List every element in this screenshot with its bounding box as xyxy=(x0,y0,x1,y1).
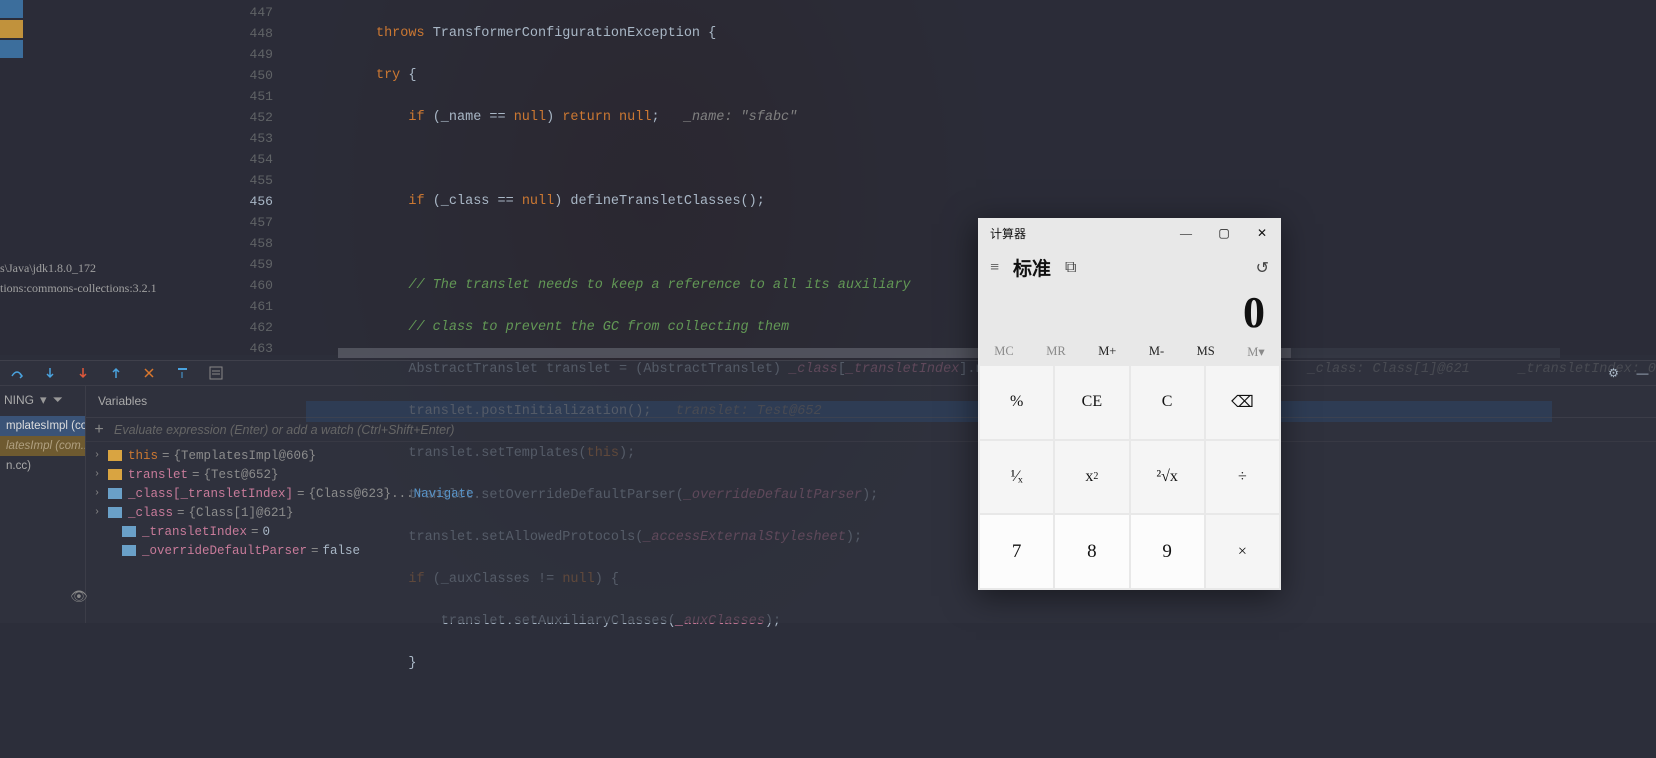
digit-9-button[interactable]: 9 xyxy=(1131,515,1204,588)
divide-button[interactable]: ÷ xyxy=(1206,441,1279,514)
hamburger-icon[interactable]: ≡ xyxy=(990,259,999,277)
percent-button[interactable]: % xyxy=(980,366,1053,439)
multiply-button[interactable]: × xyxy=(1206,515,1279,588)
calc-title: 计算器 xyxy=(978,225,1167,242)
run-to-cursor-icon[interactable] xyxy=(175,366,190,381)
mview-button[interactable]: M▾ xyxy=(1247,344,1264,360)
stack-frame[interactable]: n.cc) xyxy=(0,456,85,476)
step-into-icon[interactable] xyxy=(43,366,58,381)
editor-left-margin: s\Java\jdk1.8.0_172 tions:commons-collec… xyxy=(0,0,238,355)
object-icon xyxy=(108,469,122,480)
code-editor[interactable]: s\Java\jdk1.8.0_172 tions:commons-collec… xyxy=(0,0,1656,355)
keep-on-top-icon[interactable]: ⧉ xyxy=(1065,259,1076,277)
calc-display: 0 xyxy=(978,281,1281,340)
line-numbers: 447 448 449 450 451 452 453 454 455 456 … xyxy=(238,0,279,355)
project-info: s\Java\jdk1.8.0_172 tions:commons-collec… xyxy=(0,258,157,298)
stack-frame[interactable]: mplatesImpl (co... xyxy=(0,416,85,436)
funnel-icon[interactable]: ⏷ xyxy=(53,392,63,408)
mr-button[interactable]: MR xyxy=(1046,344,1065,360)
step-out-icon[interactable] xyxy=(109,366,124,381)
variables-tree[interactable]: ›this={TemplatesImpl@606} ›translet={Tes… xyxy=(86,442,1656,560)
force-step-into-icon[interactable] xyxy=(76,366,91,381)
ce-button[interactable]: CE xyxy=(1055,366,1128,439)
debug-toolbar: ⚙ — xyxy=(0,360,1656,385)
watch-expression-input[interactable]: Evaluate expression (Enter) or add a wat… xyxy=(112,423,1656,437)
variables-title: Variables xyxy=(86,386,1656,418)
add-watch-button[interactable]: + xyxy=(86,421,112,439)
frames-panel[interactable]: NING ▾ ⏷ mplatesImpl (co... latesImpl (c… xyxy=(0,386,86,623)
reciprocal-button[interactable]: ¹⁄ₓ xyxy=(980,441,1053,514)
square-button[interactable]: x2 xyxy=(1055,441,1128,514)
navigate-link[interactable]: Navigate xyxy=(414,487,474,501)
mc-button[interactable]: MC xyxy=(994,344,1013,360)
glasses-icon xyxy=(108,507,122,518)
calc-titlebar[interactable]: 计算器 — ▢ ✕ xyxy=(978,218,1281,248)
mminus-button[interactable]: M- xyxy=(1149,344,1164,360)
close-button[interactable]: ✕ xyxy=(1243,218,1281,248)
gutter-icons xyxy=(279,0,311,355)
settings-icon[interactable]: ⚙ xyxy=(1606,366,1621,381)
minimize-panel-icon[interactable]: — xyxy=(1635,366,1650,381)
sqrt-button[interactable]: ²√x xyxy=(1131,441,1204,514)
calculator-window[interactable]: 计算器 — ▢ ✕ ≡ 标准 ⧉ ↺ 0 MC MR M+ M- MS M▾ %… xyxy=(978,218,1281,590)
evaluate-icon[interactable] xyxy=(208,366,223,381)
object-icon xyxy=(108,450,122,461)
calc-memory-bar: MC MR M+ M- MS M▾ xyxy=(978,340,1281,366)
glasses-icon xyxy=(122,545,136,556)
digit-8-button[interactable]: 8 xyxy=(1055,515,1128,588)
digit-7-button[interactable]: 7 xyxy=(980,515,1053,588)
maximize-button[interactable]: ▢ xyxy=(1205,218,1243,248)
minimize-button[interactable]: — xyxy=(1167,218,1205,248)
filter-icon[interactable]: ▾ xyxy=(40,392,47,408)
calc-mode-label: 标准 xyxy=(1013,254,1051,281)
c-button[interactable]: C xyxy=(1131,366,1204,439)
watch-toggle-icon[interactable]: 👁 xyxy=(70,588,88,605)
debug-panel: NING ▾ ⏷ mplatesImpl (co... latesImpl (c… xyxy=(0,385,1656,623)
editor-horizontal-scrollbar[interactable] xyxy=(338,348,1560,358)
running-label: NING xyxy=(4,393,34,407)
glasses-icon xyxy=(108,488,122,499)
history-icon[interactable]: ↺ xyxy=(1256,258,1269,278)
stack-frame[interactable]: latesImpl (com... xyxy=(0,436,85,456)
mplus-button[interactable]: M+ xyxy=(1098,344,1116,360)
glasses-icon xyxy=(122,526,136,537)
ms-button[interactable]: MS xyxy=(1197,344,1215,360)
drop-frame-icon[interactable] xyxy=(142,366,157,381)
step-over-icon[interactable] xyxy=(10,366,25,381)
backspace-button[interactable]: ⌫ xyxy=(1206,366,1279,439)
